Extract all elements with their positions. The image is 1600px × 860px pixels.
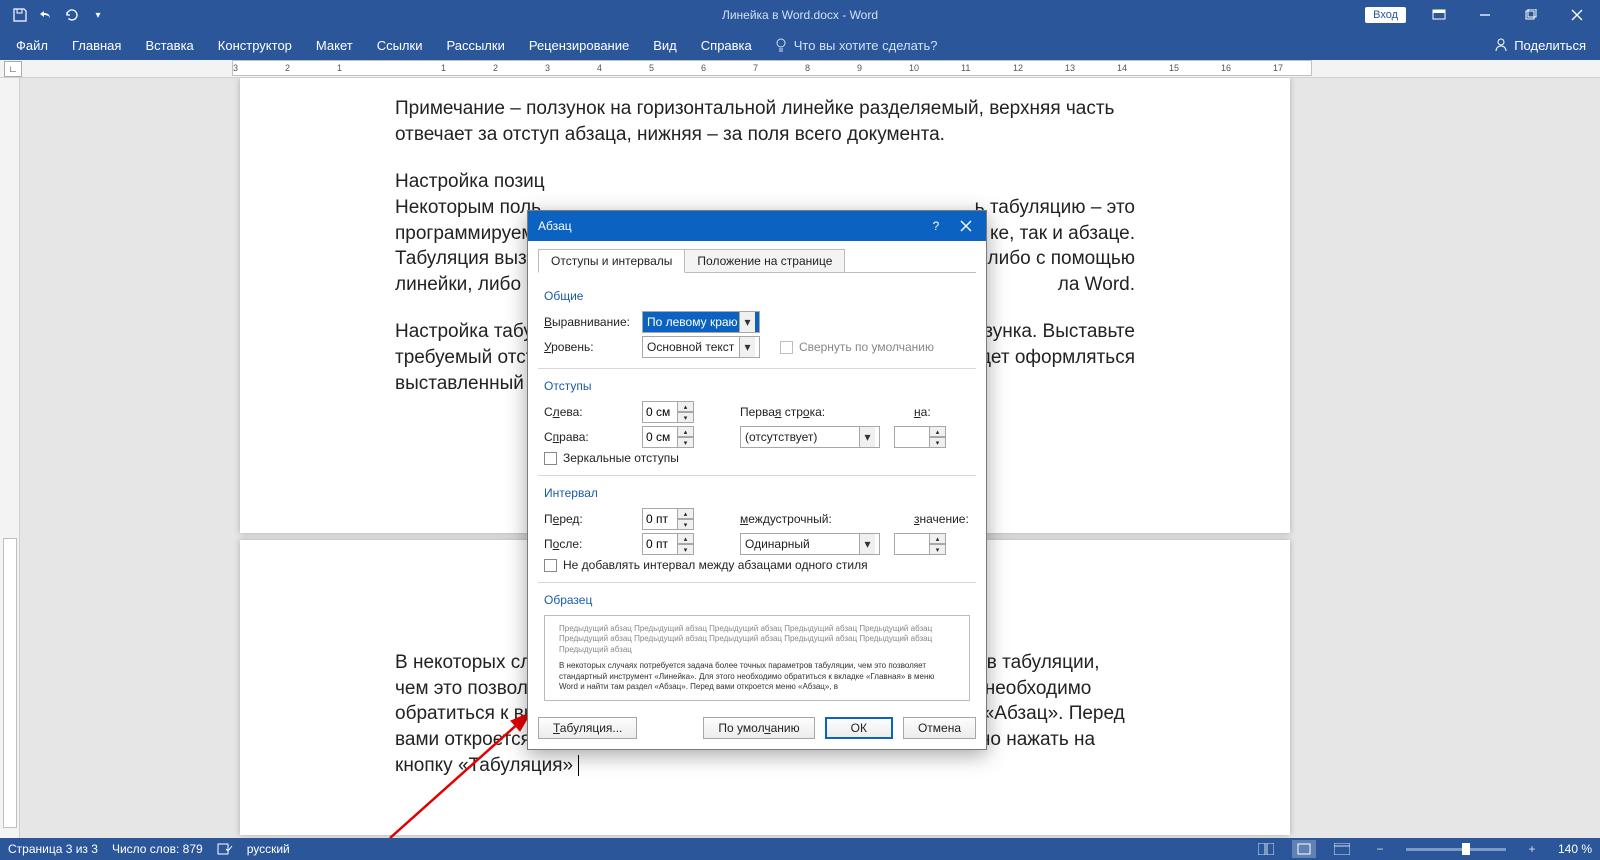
status-language[interactable]: русский	[247, 842, 290, 856]
tab-layout[interactable]: Макет	[304, 30, 365, 60]
status-bar: Страница 3 из 3 Число слов: 879 русский …	[0, 838, 1600, 860]
alignment-select[interactable]: По левому краю▾	[642, 311, 760, 333]
spell-check-icon[interactable]	[217, 842, 233, 856]
horizontal-ruler[interactable]: 3211234567891011121314151617	[232, 60, 1312, 76]
window-controls: Вход	[1365, 0, 1600, 30]
web-layout-button[interactable]	[1330, 840, 1354, 858]
share-button[interactable]: Поделиться	[1480, 30, 1600, 60]
group-preview: Образец	[544, 593, 970, 607]
line-spacing-select[interactable]: Одинарный▾	[740, 533, 880, 555]
title-bar: ▾ Линейка в Word.docx - Word Вход	[0, 0, 1600, 30]
collapse-checkbox	[780, 341, 793, 354]
indent-left-input[interactable]: ▴▾	[642, 401, 694, 423]
mirror-indents-checkbox[interactable]	[544, 452, 557, 465]
indent-right-input[interactable]: ▴▾	[642, 426, 694, 448]
text-cursor	[573, 755, 579, 776]
sign-in-button[interactable]: Вход	[1365, 7, 1406, 23]
tab-design[interactable]: Конструктор	[206, 30, 304, 60]
read-mode-button[interactable]	[1254, 840, 1278, 858]
ribbon-display-button[interactable]	[1416, 0, 1462, 30]
chevron-down-icon: ▾	[739, 312, 755, 332]
first-line-label: Первая строка:	[740, 405, 852, 419]
document-area: Примечание – ползунок на горизонтальной …	[0, 78, 1600, 838]
preview-box: Предыдущий абзац Предыдущий абзац Предыд…	[544, 615, 970, 701]
qat-customize-icon[interactable]: ▾	[86, 3, 110, 27]
tab-help[interactable]: Справка	[689, 30, 764, 60]
chevron-down-icon: ▾	[739, 337, 755, 357]
undo-button[interactable]	[34, 3, 58, 27]
ribbon-tabs: Файл Главная Вставка Конструктор Макет С…	[0, 30, 1600, 60]
tab-line-page-breaks[interactable]: Положение на странице	[685, 249, 845, 273]
space-after-input[interactable]: ▴▾	[642, 533, 694, 555]
tab-view[interactable]: Вид	[641, 30, 689, 60]
no-space-same-style-checkbox[interactable]	[544, 559, 557, 572]
tell-me-search[interactable]: Что вы хотите сделать?	[764, 30, 948, 60]
tab-insert[interactable]: Вставка	[133, 30, 205, 60]
print-layout-button[interactable]	[1292, 840, 1316, 858]
set-default-button[interactable]: По умолчанию	[703, 717, 814, 739]
ok-button[interactable]: ОК	[825, 717, 893, 739]
first-line-select[interactable]: (отсутствует)▾	[740, 426, 880, 448]
save-button[interactable]	[8, 3, 32, 27]
line-spacing-at-input[interactable]: ▴▾	[894, 533, 946, 555]
first-line-by-input[interactable]: ▴▾	[894, 426, 946, 448]
group-spacing: Интервал	[544, 486, 970, 500]
paragraph: Примечание – ползунок на горизонтальной …	[395, 96, 1135, 147]
vertical-ruler[interactable]	[0, 78, 20, 838]
indent-left-label: Слева:	[544, 405, 636, 419]
line-spacing-label: междустрочный:	[740, 512, 852, 526]
tab-selector-button[interactable]: ∟	[4, 61, 22, 77]
zoom-slider[interactable]	[1406, 848, 1506, 851]
status-page[interactable]: Страница 3 из 3	[8, 842, 98, 856]
tabs-button[interactable]: Табуляция...	[538, 717, 637, 739]
person-icon	[1494, 38, 1508, 52]
maximize-button[interactable]	[1508, 0, 1554, 30]
redo-button[interactable]	[60, 3, 84, 27]
close-icon	[960, 220, 972, 232]
chevron-down-icon: ▾	[859, 534, 875, 554]
outline-level-label: Уровень:	[544, 340, 636, 354]
paragraph-dialog: Абзац ? Отступы и интервалы Положение на…	[527, 210, 987, 750]
tab-indents-spacing[interactable]: Отступы и интервалы	[538, 249, 685, 273]
horizontal-ruler-area: ∟ 3211234567891011121314151617	[0, 60, 1600, 78]
space-after-label: После:	[544, 537, 636, 551]
alignment-label: Выравнивание:	[544, 315, 636, 329]
tab-file[interactable]: Файл	[4, 30, 60, 60]
group-general: Общие	[544, 289, 970, 303]
space-before-input[interactable]: ▴▾	[642, 508, 694, 530]
close-button[interactable]	[1554, 0, 1600, 30]
tab-review[interactable]: Рецензирование	[517, 30, 641, 60]
dialog-close-button[interactable]	[946, 211, 986, 241]
zoom-out-button[interactable]: −	[1368, 840, 1392, 858]
no-space-same-style-label: Не добавлять интервал между абзацами одн…	[563, 558, 868, 572]
mirror-indents-label: Зеркальные отступы	[563, 451, 679, 465]
chevron-down-icon: ▾	[859, 427, 875, 447]
minimize-button[interactable]	[1462, 0, 1508, 30]
quick-access-toolbar: ▾	[0, 3, 110, 27]
share-label: Поделиться	[1514, 38, 1586, 53]
zoom-level[interactable]: 140 %	[1558, 842, 1592, 856]
tell-me-label: Что вы хотите сделать?	[794, 38, 938, 53]
tab-home[interactable]: Главная	[60, 30, 133, 60]
tab-mailings[interactable]: Рассылки	[434, 30, 516, 60]
by-label: на:	[914, 405, 970, 419]
lightbulb-icon	[774, 38, 788, 52]
cancel-button[interactable]: Отмена	[903, 717, 976, 739]
dialog-titlebar[interactable]: Абзац ?	[528, 211, 986, 241]
group-indentation: Отступы	[544, 379, 970, 393]
outline-level-select[interactable]: Основной текст▾	[642, 336, 760, 358]
at-label: значение:	[914, 512, 970, 526]
collapse-label: Свернуть по умолчанию	[799, 340, 934, 354]
zoom-in-button[interactable]: +	[1520, 840, 1544, 858]
indent-right-label: Справа:	[544, 430, 636, 444]
document-title: Линейка в Word.docx - Word	[722, 8, 878, 22]
tab-references[interactable]: Ссылки	[365, 30, 435, 60]
space-before-label: Перед:	[544, 512, 636, 526]
dialog-title: Абзац	[538, 219, 572, 233]
status-word-count[interactable]: Число слов: 879	[112, 842, 203, 856]
